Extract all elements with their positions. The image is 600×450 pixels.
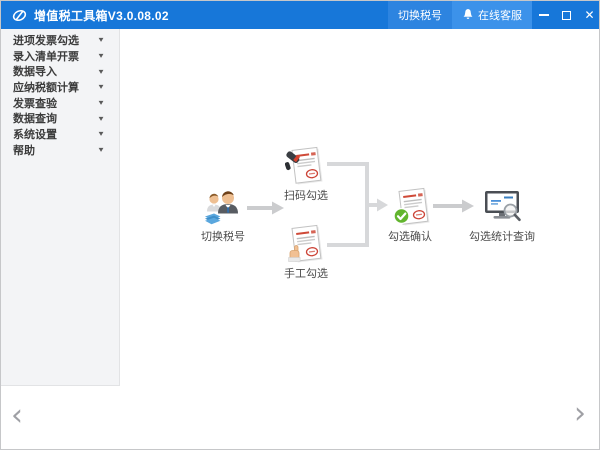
flow-node-manual-select[interactable] bbox=[285, 224, 325, 269]
flow-node-confirm-select[interactable] bbox=[392, 187, 432, 232]
sidebar-menu: 进项发票勾选 ▾ 录入清单开票 ▾ 数据导入 ▾ 应纳税额计算 ▾ 发票查验 ▾… bbox=[1, 29, 120, 386]
chevron-down-icon: ▾ bbox=[99, 82, 104, 91]
flow-label-confirm-select: 勾选确认 bbox=[368, 228, 452, 244]
sidebar-item-invoice-verification[interactable]: 发票查验 ▾ bbox=[1, 95, 119, 111]
flow-label-manual-select: 手工勾选 bbox=[264, 265, 348, 281]
minimize-button[interactable] bbox=[532, 1, 555, 29]
switch-taxpayer-button[interactable]: 切换税号 bbox=[388, 1, 452, 29]
online-service-label: 在线客服 bbox=[478, 7, 522, 23]
sidebar-item-data-query[interactable]: 数据查询 ▾ bbox=[1, 110, 119, 126]
flow-label-stats-query: 勾选统计查询 bbox=[456, 228, 548, 244]
sidebar-item-tax-calculation[interactable]: 应纳税额计算 ▾ bbox=[1, 79, 119, 95]
flow-node-stats-query[interactable] bbox=[482, 189, 522, 229]
chevron-down-icon: ▾ bbox=[99, 114, 104, 123]
app-logo-icon bbox=[11, 7, 28, 24]
maximize-icon bbox=[562, 11, 571, 20]
chevron-down-icon: ▾ bbox=[99, 129, 104, 138]
maximize-button[interactable] bbox=[555, 1, 578, 29]
prev-page-chevron[interactable]: ‹ bbox=[11, 401, 23, 431]
sidebar-item-list-invoicing[interactable]: 录入清单开票 ▾ bbox=[1, 48, 119, 64]
chevron-down-icon: ▾ bbox=[99, 51, 104, 60]
minimize-icon bbox=[539, 14, 549, 16]
close-button[interactable]: ✕ bbox=[578, 1, 600, 29]
flow-node-switch-taxpayer[interactable] bbox=[203, 189, 243, 231]
sidebar-item-system-settings[interactable]: 系统设置 ▾ bbox=[1, 126, 119, 142]
chevron-down-icon: ▾ bbox=[99, 145, 104, 154]
flow-label-switch-taxpayer: 切换税号 bbox=[181, 228, 265, 244]
flow-label-scan-select: 扫码勾选 bbox=[264, 187, 348, 203]
sidebar-item-input-invoice-select[interactable]: 进项发票勾选 ▾ bbox=[1, 32, 119, 48]
next-page-chevron[interactable]: › bbox=[574, 399, 586, 429]
chevron-down-icon: ▾ bbox=[99, 35, 104, 44]
chevron-down-icon: ▾ bbox=[99, 98, 104, 107]
titlebar: 增值税工具箱V3.0.08.02 切换税号 在线客服 ✕ bbox=[1, 1, 600, 29]
bell-icon bbox=[462, 8, 474, 23]
app-window: 增值税工具箱V3.0.08.02 切换税号 在线客服 ✕ 进项发票勾选 ▾ bbox=[0, 0, 600, 450]
flow-node-scan-select[interactable] bbox=[285, 146, 325, 191]
app-title: 增值税工具箱V3.0.08.02 bbox=[34, 7, 169, 24]
chevron-down-icon: ▾ bbox=[99, 67, 104, 76]
sidebar-item-data-import[interactable]: 数据导入 ▾ bbox=[1, 63, 119, 79]
sidebar-item-help[interactable]: 帮助 ▾ bbox=[1, 142, 119, 158]
monitor-search-icon bbox=[482, 211, 522, 228]
online-service-button[interactable]: 在线客服 bbox=[452, 1, 532, 29]
